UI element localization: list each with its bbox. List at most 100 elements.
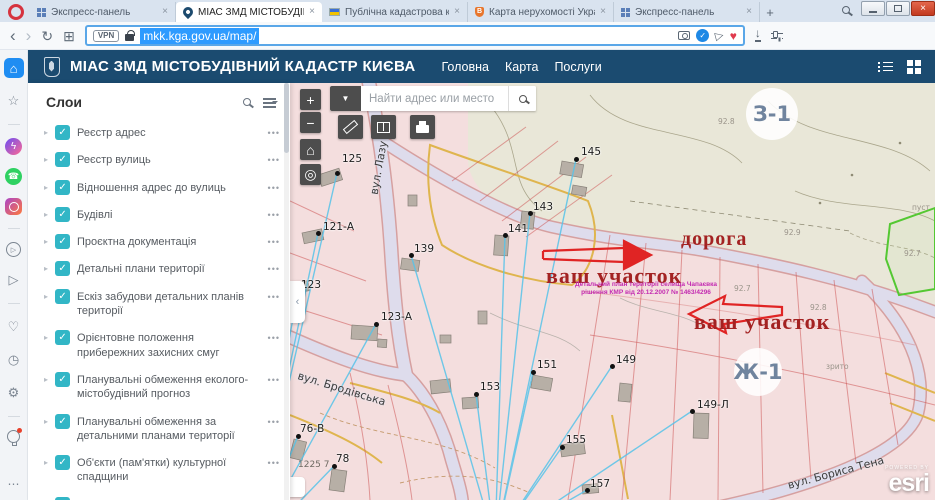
- layer-menu-icon[interactable]: •••: [268, 237, 280, 247]
- settings-icon[interactable]: ⚙: [4, 383, 24, 403]
- zoom-in-button[interactable]: +: [300, 89, 321, 110]
- back-icon[interactable]: ‹: [10, 27, 16, 44]
- tab-close-icon[interactable]: ×: [746, 7, 752, 17]
- layer-menu-icon[interactable]: •••: [268, 417, 280, 427]
- layer-checkbox[interactable]: ✓: [55, 289, 70, 304]
- browser-tab[interactable]: Экспресс-панель×: [30, 2, 176, 22]
- home-extent-button[interactable]: ⌂: [300, 139, 321, 160]
- tab-close-icon[interactable]: ×: [600, 7, 606, 17]
- layer-menu-icon[interactable]: •••: [268, 292, 280, 302]
- forward-icon[interactable]: ›: [26, 27, 32, 44]
- map-search-bar: ▼: [330, 86, 536, 111]
- layer-checkbox[interactable]: ✓: [55, 207, 70, 222]
- url-text[interactable]: mkk.kga.gov.ua/map/: [140, 28, 259, 44]
- layer-search-icon[interactable]: [243, 98, 251, 106]
- tab-close-icon[interactable]: ×: [162, 7, 168, 17]
- player-icon[interactable]: ▷: [6, 242, 21, 257]
- messenger-icon[interactable]: ϟ: [5, 138, 22, 155]
- layer-menu-icon[interactable]: •••: [268, 264, 280, 274]
- tab-bar: Экспресс-панель×МІАС ЗМД МІСТОБУДІВНИЙ×П…: [0, 0, 935, 22]
- hints-icon[interactable]: [7, 430, 20, 443]
- apps-grid-icon[interactable]: [907, 60, 921, 74]
- layer-checkbox[interactable]: ✓: [55, 414, 70, 429]
- layer-menu-icon[interactable]: •••: [268, 183, 280, 193]
- layer-checkbox[interactable]: ✓: [55, 152, 70, 167]
- speed-dial-home-icon[interactable]: ⌂: [4, 58, 24, 78]
- print-tool-button[interactable]: [410, 115, 435, 139]
- map-search-input[interactable]: [361, 86, 508, 111]
- panel-collapse-handle[interactable]: ‹: [290, 281, 305, 323]
- my-flow-icon[interactable]: ▷: [4, 270, 24, 290]
- vpn-badge[interactable]: VPN: [93, 30, 119, 42]
- zoom-out-button[interactable]: −: [300, 112, 321, 133]
- opera-logo-icon[interactable]: [8, 4, 24, 20]
- whatsapp-icon[interactable]: ☎: [5, 168, 22, 185]
- layer-menu-icon[interactable]: •••: [268, 458, 280, 468]
- layer-menu-icon[interactable]: •••: [268, 128, 280, 138]
- downloads-icon[interactable]: ↓: [755, 29, 761, 42]
- send-to-flow-icon[interactable]: ▷: [714, 28, 726, 43]
- tab-close-icon[interactable]: ×: [454, 7, 460, 17]
- layer-label: Планувальні обмеження за детальними план…: [77, 414, 261, 444]
- measure-tool-button[interactable]: [338, 115, 363, 139]
- maximize-button[interactable]: [886, 1, 910, 16]
- expand-caret-icon[interactable]: ▸: [44, 333, 48, 342]
- minimize-button[interactable]: [861, 1, 885, 16]
- history-icon[interactable]: ◷: [4, 350, 24, 370]
- tab-close-icon[interactable]: ×: [309, 7, 315, 17]
- tab-search-icon[interactable]: [842, 1, 850, 19]
- more-icon[interactable]: ⋯: [4, 474, 24, 494]
- layer-checkbox[interactable]: ✓: [55, 180, 70, 195]
- layer-checkbox[interactable]: ✓: [55, 234, 70, 249]
- expand-caret-icon[interactable]: ▸: [44, 458, 48, 467]
- layer-menu-icon[interactable]: •••: [268, 210, 280, 220]
- search-go-icon[interactable]: [508, 86, 536, 111]
- nav-item-карта[interactable]: Карта: [505, 60, 538, 74]
- expand-caret-icon[interactable]: ▸: [44, 375, 48, 384]
- new-tab-button[interactable]: +: [760, 5, 780, 20]
- easy-setup-icon[interactable]: [771, 31, 783, 41]
- expand-caret-icon[interactable]: ▸: [44, 155, 48, 164]
- url-field[interactable]: VPN mkk.kga.gov.ua/map/ ✓ ▷ ♥: [85, 25, 745, 46]
- expand-caret-icon[interactable]: ▸: [44, 237, 48, 246]
- snapshot-icon[interactable]: [678, 31, 690, 40]
- reload-icon[interactable]: ↻: [41, 29, 53, 43]
- map-corner-widget[interactable]: [290, 477, 305, 497]
- layer-checkbox[interactable]: ✓: [55, 261, 70, 276]
- layer-menu-icon[interactable]: •••: [268, 333, 280, 343]
- layer-checkbox[interactable]: ✓: [55, 125, 70, 140]
- panel-scrollbar[interactable]: [284, 83, 289, 500]
- expand-caret-icon[interactable]: ▸: [44, 417, 48, 426]
- instagram-icon[interactable]: [5, 198, 22, 215]
- layer-checkbox[interactable]: ✓: [55, 372, 70, 387]
- search-dropdown-icon[interactable]: ▼: [330, 86, 361, 111]
- expand-caret-icon[interactable]: ▸: [44, 128, 48, 137]
- expand-caret-icon[interactable]: ▸: [44, 210, 48, 219]
- browser-tab[interactable]: BКарта нерухомості України×: [468, 2, 614, 22]
- heart-icon[interactable]: ♡: [4, 317, 24, 337]
- browser-tab[interactable]: Публічна кадастрова карта×: [322, 2, 468, 22]
- browser-tab[interactable]: МІАС ЗМД МІСТОБУДІВНИЙ×: [176, 2, 322, 22]
- map-canvas[interactable]: 125121-А123123-А139141143145149149-Л1511…: [290, 83, 935, 500]
- sidebar-divider: [8, 124, 20, 125]
- nav-item-послуги[interactable]: Послуги: [554, 60, 601, 74]
- layer-menu-icon[interactable]: •••: [268, 155, 280, 165]
- speed-dial-grid-icon[interactable]: ⊞: [63, 29, 75, 43]
- layer-menu-icon[interactable]: •••: [268, 375, 280, 385]
- layer-checkbox[interactable]: ✓: [55, 330, 70, 345]
- bookmark-heart-icon[interactable]: ♥: [730, 29, 737, 43]
- extension-badge-icon[interactable]: ✓: [696, 29, 709, 42]
- expand-caret-icon[interactable]: ▸: [44, 183, 48, 192]
- browser-tab[interactable]: Экспресс-панель×: [614, 2, 760, 22]
- legend-list-icon[interactable]: [878, 61, 893, 73]
- layer-checkbox[interactable]: ✓: [55, 455, 70, 470]
- close-button[interactable]: ×: [911, 1, 935, 16]
- layer-filter-icon[interactable]: [263, 97, 276, 107]
- expand-caret-icon[interactable]: ▸: [44, 264, 48, 273]
- nav-item-головна[interactable]: Головна: [441, 60, 489, 74]
- layer-row: ▸ ✓ Планувальні обмеження за детальними пл…: [28, 408, 290, 450]
- expand-caret-icon[interactable]: ▸: [44, 292, 48, 301]
- locate-button[interactable]: ◎: [300, 164, 321, 185]
- swipe-tool-button[interactable]: [371, 115, 396, 139]
- bookmarks-icon[interactable]: ☆: [4, 91, 24, 111]
